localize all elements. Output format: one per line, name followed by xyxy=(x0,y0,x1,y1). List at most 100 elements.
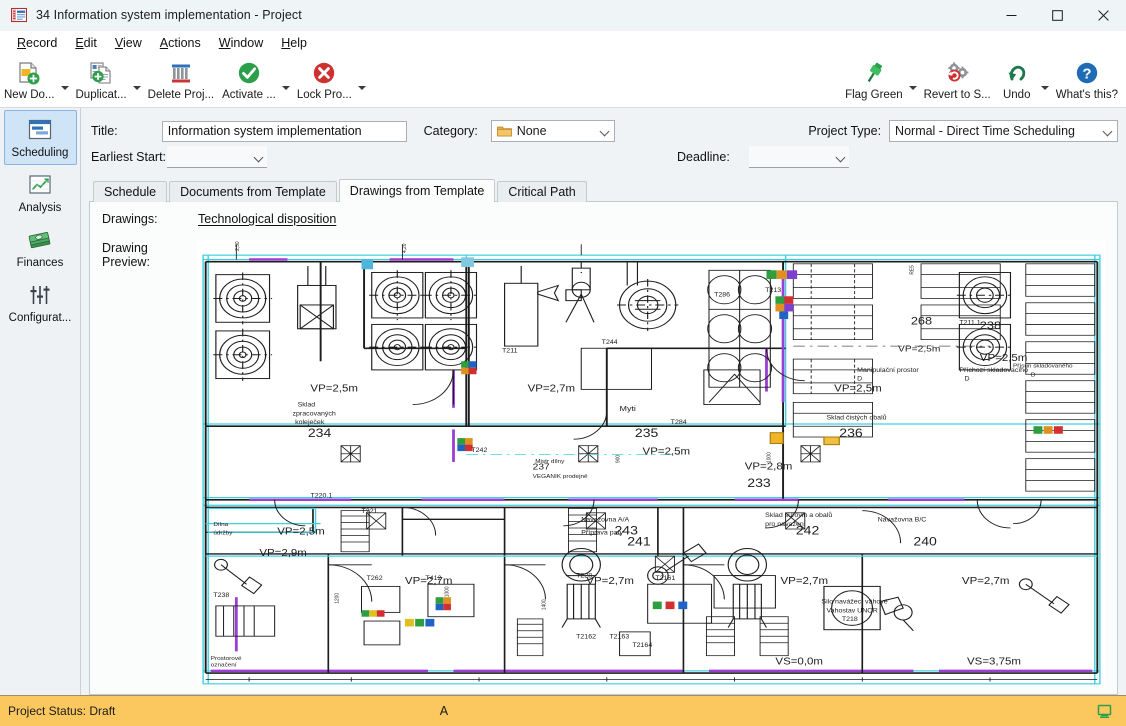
form-row-title: Title: Category: None Project Ty xyxy=(91,118,1118,144)
drawing-link-technological-disposition[interactable]: Technological disposition xyxy=(198,212,336,226)
lock-project-dropdown[interactable] xyxy=(356,55,369,108)
body-area: Scheduling Analysis xyxy=(0,108,1126,695)
chevron-down-icon xyxy=(254,152,264,162)
title-label: Title: xyxy=(91,124,162,138)
project-type-value: Normal - Direct Time Scheduling xyxy=(895,124,1099,138)
revert-to-saved-button[interactable]: Revert to S... xyxy=(920,55,995,108)
analysis-chart-icon xyxy=(25,170,55,200)
new-document-dropdown[interactable] xyxy=(59,55,72,108)
menu-actions[interactable]: Actions xyxy=(151,34,210,52)
chevron-down-icon xyxy=(1041,86,1049,90)
scheduling-gantt-icon xyxy=(25,115,55,145)
duplicate-button[interactable]: Duplicat... xyxy=(72,55,131,108)
whats-this-button[interactable]: ? What's this? xyxy=(1052,55,1126,108)
svg-text:T213: T213 xyxy=(765,287,781,293)
menu-edit[interactable]: Edit xyxy=(66,34,106,52)
svg-text:T211.1: T211.1 xyxy=(959,320,981,326)
svg-text:Manipulační prostor: Manipulační prostor xyxy=(857,367,919,373)
svg-text:T238: T238 xyxy=(213,593,229,599)
delete-project-icon xyxy=(165,58,197,88)
svg-text:označení: označení xyxy=(211,663,237,668)
drawing-preview-canvas[interactable]: VP=2,5m VP=2,7m Myti VP=2,5m VP=2,5m VP=… xyxy=(198,240,1105,686)
tab-drawings-from-template-label: Drawings from Template xyxy=(350,184,485,198)
activate-check-icon xyxy=(233,58,265,88)
sidebar-item-configuration[interactable]: Configurat... xyxy=(4,275,77,330)
activate-dropdown[interactable] xyxy=(280,55,293,108)
main-panel: Title: Category: None Project Ty xyxy=(81,108,1126,695)
earliest-start-label: Earliest Start: xyxy=(91,150,167,164)
svg-text:T242: T242 xyxy=(471,448,487,454)
menu-view-accesskey: V xyxy=(115,36,123,50)
svg-text:zpracovaných: zpracovaných xyxy=(293,411,337,417)
maximize-button[interactable] xyxy=(1034,0,1080,31)
tab-documents-from-template[interactable]: Documents from Template xyxy=(169,181,337,202)
svg-text:Prostorové: Prostorové xyxy=(211,656,243,661)
menu-actions-rest: ctions xyxy=(168,36,201,50)
svg-text:VS=0,0m: VS=0,0m xyxy=(775,656,823,667)
sidebar-item-analysis[interactable]: Analysis xyxy=(4,165,77,220)
lock-project-label: Lock Pro... xyxy=(297,89,352,101)
category-combobox[interactable]: None xyxy=(491,120,616,142)
activate-label: Activate ... xyxy=(222,89,276,101)
menu-edit-accesskey: E xyxy=(75,36,83,50)
menu-record[interactable]: Record xyxy=(8,34,66,52)
svg-text:Navažovna B/C: Navažovna B/C xyxy=(878,517,927,523)
menu-window-accesskey: W xyxy=(219,36,231,50)
lock-project-button[interactable]: Lock Pro... xyxy=(293,55,356,108)
activate-button[interactable]: Activate ... xyxy=(218,55,280,108)
svg-text:T284: T284 xyxy=(671,419,687,425)
sidebar-item-scheduling[interactable]: Scheduling xyxy=(4,110,77,165)
menu-view[interactable]: View xyxy=(106,34,151,52)
svg-text:pro navažení: pro navažení xyxy=(765,521,806,527)
sidebar-item-finances[interactable]: Finances xyxy=(4,220,77,275)
drawing-preview-label: Drawing Preview: xyxy=(102,240,198,686)
svg-text:D: D xyxy=(857,376,862,382)
title-bar: 34 Information system implementation - P… xyxy=(0,0,1126,31)
delete-project-button[interactable]: Delete Proj... xyxy=(144,55,218,108)
svg-text:1400: 1400 xyxy=(541,599,547,610)
lock-project-icon xyxy=(308,58,340,88)
project-type-combobox[interactable]: Normal - Direct Time Scheduling xyxy=(889,120,1118,142)
undo-button[interactable]: Undo xyxy=(995,55,1039,108)
chevron-down-icon xyxy=(133,86,141,90)
new-document-button[interactable]: New Do... xyxy=(0,55,59,108)
svg-text:VP=2,9m: VP=2,9m xyxy=(259,548,307,559)
tab-schedule[interactable]: Schedule xyxy=(93,181,167,202)
close-button[interactable] xyxy=(1080,0,1126,31)
svg-text:T2161: T2161 xyxy=(655,575,675,581)
deadline-datepicker[interactable] xyxy=(749,146,849,168)
svg-text:234: 234 xyxy=(308,426,331,440)
delete-project-label: Delete Proj... xyxy=(148,89,214,101)
flag-green-button[interactable]: Flag Green xyxy=(841,55,907,108)
duplicate-dropdown[interactable] xyxy=(131,55,144,108)
svg-text:1200: 1200 xyxy=(334,593,340,604)
svg-text:1000: 1000 xyxy=(444,586,450,597)
menu-window[interactable]: Window xyxy=(210,34,272,52)
tab-drawings-from-template[interactable]: Drawings from Template xyxy=(339,179,496,202)
svg-text:koleječek: koleječek xyxy=(295,419,325,425)
tab-critical-path[interactable]: Critical Path xyxy=(497,181,586,202)
earliest-start-datepicker[interactable] xyxy=(167,146,267,168)
svg-text:Navažovna A/A: Navažovna A/A xyxy=(581,517,630,523)
svg-text:RE5: RE5 xyxy=(909,265,915,274)
svg-text:VEGANIK prodejně: VEGANIK prodejně xyxy=(533,474,589,479)
menu-view-rest: iew xyxy=(123,36,142,50)
menu-help-rest: elp xyxy=(290,36,307,50)
minimize-button[interactable] xyxy=(988,0,1034,31)
svg-text:240: 240 xyxy=(913,534,936,548)
monitor-green-icon[interactable] xyxy=(1097,704,1112,719)
svg-text:Přísun skladovaného: Přísun skladovaného xyxy=(1013,364,1073,369)
drawings-row: Drawings: Technological disposition xyxy=(102,212,1105,234)
undo-label: Undo xyxy=(1003,89,1031,101)
svg-text:VP=2,7m: VP=2,7m xyxy=(586,576,634,587)
svg-text:268: 268 xyxy=(911,314,933,327)
svg-text:Mistr dílny: Mistr dílny xyxy=(535,459,564,464)
menu-help[interactable]: Help xyxy=(272,34,316,52)
undo-dropdown[interactable] xyxy=(1039,55,1052,108)
status-bar: Project Status: Draft A xyxy=(0,695,1126,726)
title-input[interactable] xyxy=(162,121,407,142)
svg-text:238: 238 xyxy=(980,319,1002,332)
menu-record-accesskey: R xyxy=(17,36,26,50)
sidebar: Scheduling Analysis xyxy=(0,108,81,695)
flag-green-dropdown[interactable] xyxy=(907,55,920,108)
